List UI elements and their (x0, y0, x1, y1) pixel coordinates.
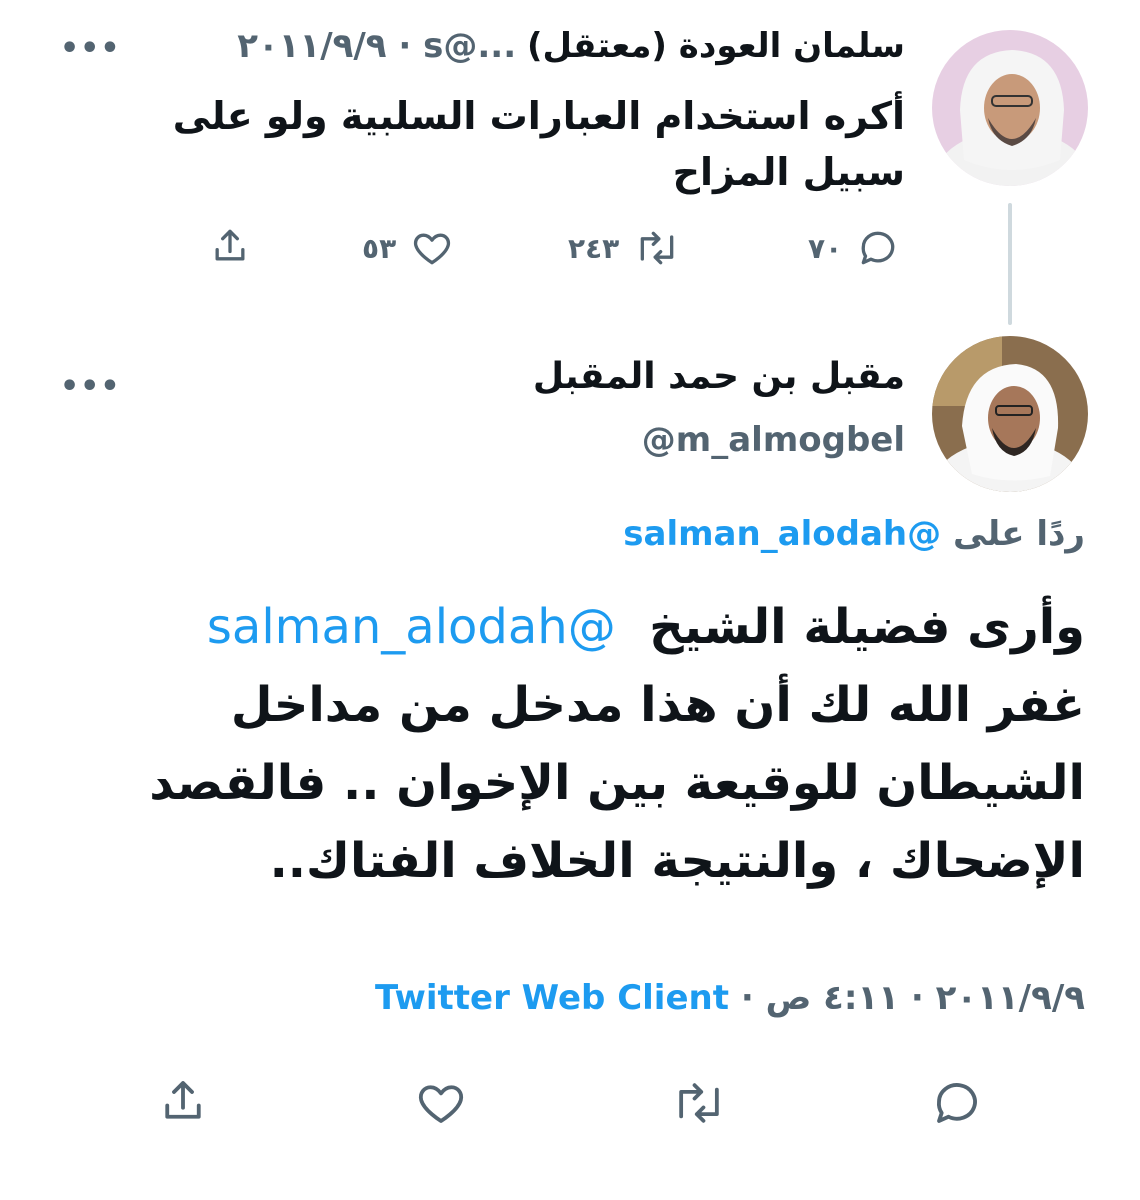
tweet2-text-line: وأرى فضيلة الشيخ @salman_alodah (65, 588, 1085, 666)
share-icon (215, 229, 245, 261)
tweet1-meta: ...@s · ٢٠١١/٩/٩ (237, 26, 517, 66)
avatar-salman[interactable] (932, 30, 1088, 186)
tweet-date[interactable]: ٢٠١١/٩/٩ (936, 978, 1085, 1018)
reply-icon (861, 231, 895, 265)
tweet1-display-name[interactable]: سلمان العودة (معتقل) (527, 26, 905, 66)
reply-count: ٧٠ (808, 231, 843, 265)
replying-prefix: ردًا على (952, 514, 1085, 554)
more-icon[interactable]: ••• (60, 372, 121, 402)
tweet2-text-line: الشيطان للوقيعة بين الإخوان .. فالقصد (149, 755, 1085, 811)
like-icon (418, 1085, 464, 1123)
tweet2-actions (150, 1072, 1000, 1132)
reply-icon (937, 1083, 977, 1123)
like-icon (414, 233, 451, 265)
tweet2-text-line: غفر الله لك أن هذا مدخل من مداخل (230, 677, 1085, 733)
like-count: ٥٣ (362, 231, 397, 265)
tweet1-like-button[interactable]: ٥٣ (362, 226, 454, 270)
tweet1-text: أكره استخدام العبارات السلبية ولو على سب… (85, 88, 905, 200)
tweet1-share-button[interactable] (208, 224, 252, 268)
retweet-count: ٢٤٣ (568, 231, 620, 265)
tweet2-handle[interactable]: @m_almogbel (642, 420, 905, 460)
separator: · (910, 978, 924, 1018)
tweet2-footer: ٢٠١١/٩/٩ · ٤:١١ ص · Twitter Web Client (375, 978, 1085, 1018)
separator: · (740, 978, 754, 1018)
retweet-icon (640, 231, 674, 265)
tweet2-text-line: الإضحاك ، والنتيجة الخلاف الفتاك.. (269, 833, 1085, 889)
tweet1-text-line: أكره استخدام العبارات السلبية ولو على (172, 94, 905, 138)
tweet1-reply-button[interactable]: ٧٠ (808, 226, 900, 270)
tweet1-text-line: سبيل المزاح (672, 150, 905, 194)
client-link[interactable]: Twitter Web Client (375, 978, 729, 1018)
tweet1-retweet-button[interactable]: ٢٤٣ (568, 226, 681, 270)
tweet2-text: وأرى فضيلة الشيخ @salman_alodah غفر الله… (65, 588, 1085, 900)
tweet1-header: سلمان العودة (معتقل) ...@s · ٢٠١١/٩/٩ (85, 22, 905, 70)
tweet1-actions: ٧٠ ٢٤٣ ٥٣ (180, 222, 940, 272)
tweet2-text-line1: وأرى فضيلة الشيخ (649, 599, 1085, 655)
tweet2-like-button[interactable] (414, 1076, 468, 1134)
tweet2-retweet-button[interactable] (670, 1076, 728, 1134)
tweet2-reply-button[interactable] (930, 1076, 984, 1134)
mention-link[interactable]: @salman_alodah (207, 599, 616, 655)
avatar-mogbel[interactable] (932, 336, 1088, 492)
replying-to: ردًا على @salman_alodah (623, 514, 1085, 554)
tweet2-display-name[interactable]: مقبل بن حمد المقبل (533, 356, 905, 397)
share-icon (165, 1081, 201, 1119)
tweet2-share-button[interactable] (156, 1074, 210, 1132)
thread-line (1008, 203, 1012, 325)
tweet-time[interactable]: ٤:١١ ص (766, 978, 899, 1018)
replying-to-link[interactable]: @salman_alodah (623, 514, 941, 554)
retweet-icon (679, 1083, 719, 1123)
